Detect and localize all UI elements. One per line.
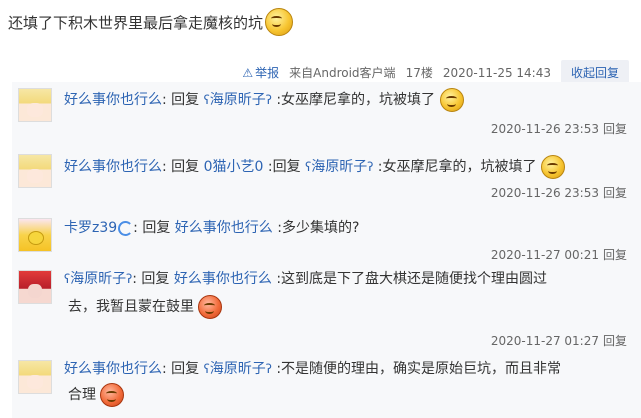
reply-link[interactable]: 回复 [603, 186, 627, 200]
user-link[interactable]: 海原昕子 [70, 271, 126, 287]
user-link[interactable]: 好么事你也行么 [64, 159, 162, 175]
subreply-meta: 2020-11-26 23:53 回复 [490, 186, 627, 200]
target-user-link[interactable]: 0猫小艺0 [204, 159, 264, 175]
user-link[interactable]: 好么事你也行么 [64, 92, 162, 108]
avatar[interactable] [18, 270, 52, 304]
subreply-text: 卡罗z39: 回复 好么事你也行么 :多少集填的? [64, 220, 360, 236]
subreply-list: 好么事你也行么: 回复 ʕ海原昕子ʔ :女巫摩尼拿的，坑被填了 2020-11-… [12, 82, 641, 418]
target-user-link[interactable]: 好么事你也行么 [174, 271, 272, 287]
floor-number: 17楼 [405, 66, 433, 80]
reply-link[interactable]: 回复 [603, 122, 627, 136]
angry-emoji-icon [198, 295, 223, 319]
post-text: 还填了下积木世界里最后拿走魔核的坑 [8, 13, 264, 32]
subreply-text: 好么事你也行么: 回复 0猫小艺0 :回复 ʕ海原昕子ʔ :女巫摩尼拿的，坑被填… [64, 154, 565, 180]
subreply-text: ʕ海原昕子ʔ: 回复 好么事你也行么 :这到底是下了盘大棋还是随便找个理由圆过 [64, 271, 548, 287]
target-user-link[interactable]: 海原昕子 [210, 92, 266, 108]
angry-emoji-icon [100, 383, 125, 407]
subreply-text: 好么事你也行么: 回复 ʕ海原昕子ʔ :女巫摩尼拿的，坑被填了 [64, 87, 464, 113]
avatar[interactable] [18, 154, 52, 188]
smile-emoji-icon [265, 8, 294, 36]
subreply-meta: 2020-11-26 23:53 回复 [490, 122, 627, 136]
report-link[interactable]: ⚠ 举报 [242, 64, 279, 81]
target-user-link[interactable]: 海原昕子 [311, 159, 367, 175]
reply-link[interactable]: 回复 [603, 248, 627, 262]
reply-link[interactable]: 回复 [603, 334, 627, 348]
subreply-text: 好么事你也行么: 回复 ʕ海原昕子ʔ :不是随便的理由，确实是原始巨坑，而且非常 [64, 361, 562, 377]
avatar[interactable] [18, 88, 52, 122]
target-user-link[interactable]: 海原昕子 [210, 361, 266, 377]
target-user-link[interactable]: 好么事你也行么 [175, 220, 273, 236]
smile-emoji-icon [439, 88, 464, 112]
subreply-text-cont: 去，我暂且蒙在鼓里 [68, 294, 223, 320]
avatar[interactable] [18, 360, 52, 394]
client-source: 来自Android客户端 [289, 66, 396, 80]
smile-emoji-icon [540, 155, 565, 179]
avatar[interactable] [18, 218, 52, 252]
post-content: 还填了下积木世界里最后拿走魔核的坑 [8, 8, 294, 36]
post-time: 2020-11-25 14:43 [442, 65, 551, 80]
warning-icon: ⚠ [242, 65, 254, 80]
subreply-meta: 2020-11-27 00:21 回复 [490, 248, 627, 262]
swirl-icon [118, 220, 134, 236]
user-link[interactable]: 卡罗z39 [64, 220, 117, 236]
subreply-meta: 2020-11-27 01:27 回复 [490, 334, 627, 348]
subreply-text-cont: 合理 [68, 382, 125, 408]
user-link[interactable]: 好么事你也行么 [64, 361, 162, 377]
